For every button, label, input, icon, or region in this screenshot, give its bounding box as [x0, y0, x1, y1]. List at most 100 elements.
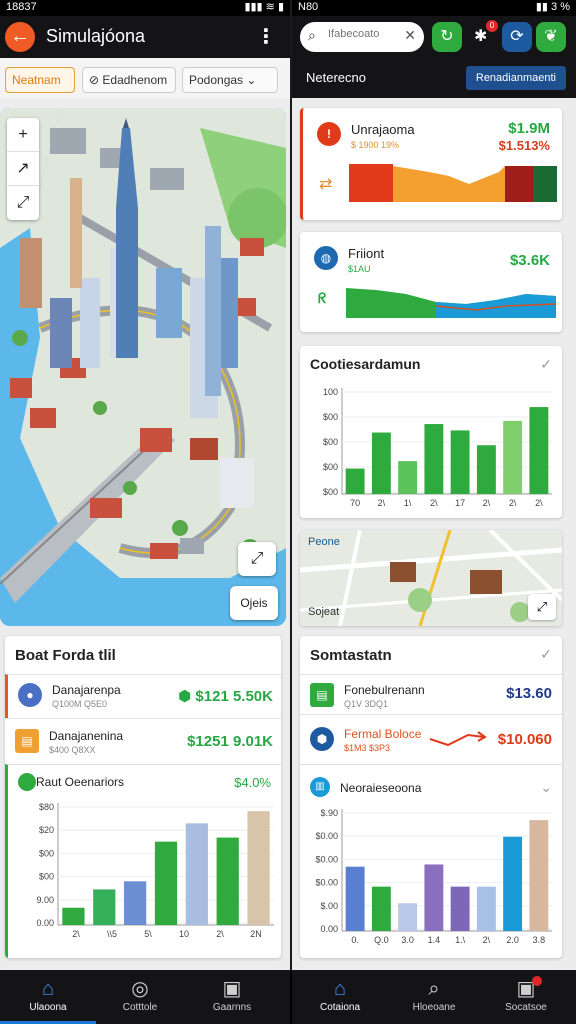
list-item-sub: Q1V 3DQ1: [344, 699, 389, 709]
chart-bar: [503, 836, 523, 931]
status-time: N80: [298, 1, 319, 13]
search-icon: ⌕: [308, 27, 316, 43]
filter-chip-2-label: Edadhenom: [102, 73, 168, 87]
chart-bar: [450, 886, 470, 931]
chart-section: ▥ Neoraieseoona ⌄ $.90 $0.00 $0.00 $0.00 $.0…: [300, 764, 562, 958]
summary-card-1[interactable]: ! Unrajaoma $ 1900 19% $1.9M $1.513% ⇄: [300, 108, 562, 220]
y-tick-label: $00: [323, 487, 338, 497]
checkmark-icon[interactable]: ✓: [540, 646, 552, 663]
list-item[interactable]: ● Danajarenpa Q100M Q5E0 ⬢ $121 5.50K: [5, 674, 281, 718]
leaf-icon[interactable]: ❦: [536, 22, 566, 52]
list-item[interactable]: ⬢ Fermal Boloce $1M3 $3P3 $10.060: [300, 714, 562, 764]
list-item-label: Fermal Boloce: [344, 727, 422, 741]
chart-bar: [247, 811, 270, 925]
summary-sub: $ 1900 19%: [351, 140, 400, 150]
list-item-sub: $400 Q8XX: [49, 745, 96, 755]
list-item-value: $10.060: [497, 731, 552, 748]
checkmark-icon[interactable]: ✓: [540, 356, 552, 373]
filter-chip-2[interactable]: ⊘ Edadhenom: [82, 67, 176, 93]
location-pin-icon: ⬢: [310, 727, 334, 751]
nav-item-gallery-2[interactable]: ▣ Socatsoe: [478, 970, 574, 1024]
refresh-icon[interactable]: ↻: [432, 22, 462, 52]
pane-divider: [290, 970, 292, 1024]
filter-chip-1[interactable]: Neatnam: [5, 67, 75, 93]
left-pane: 18837 ▮▮▮ ≋ ▮ ← Simulajóona ⋮ Neatnam ⊘ …: [0, 0, 290, 970]
map-option-button[interactable]: Ojeis: [230, 586, 278, 620]
left-bar-chart: $80 $20 $00 $00 9.00 0.00 2\ \\5 5\ 10 2\ 2N: [36, 802, 274, 939]
summary-value: $1.9M: [508, 120, 550, 137]
trend-icon: ⇄: [319, 176, 333, 193]
x-tick-label: 2.0: [506, 935, 519, 945]
nav-item-home-2[interactable]: ⌂ Cotaiona: [292, 970, 388, 1024]
notification-icon[interactable]: ✱: [474, 26, 487, 46]
city-map[interactable]: + ↗ ⤢ ⤢ Ojeis: [0, 108, 286, 626]
sync-icon[interactable]: ⟳: [502, 22, 532, 52]
draw-line-icon[interactable]: ↗: [7, 152, 39, 186]
list-item-sub: Q100M Q5E0: [52, 699, 108, 709]
right-bar-chart: 100 $00 $00 $00 $00 70 2\ 1\ 2\ 17 2\ 2\ 2\: [323, 387, 552, 508]
trend-arrow-icon: [429, 731, 487, 747]
nav-label: Socatsoe: [505, 1002, 547, 1013]
location-pin-icon: ⬢: [178, 688, 192, 705]
chart-bar: [62, 907, 85, 925]
y-tick-label: $00: [323, 437, 338, 447]
chart-bar: [185, 823, 208, 925]
list-item[interactable]: ▤ Fonebulrenann Q1V 3DQ1 $13.60: [300, 674, 562, 714]
chart-bar: [371, 432, 391, 494]
right-bar-chart-2: $.90 $0.00 $0.00 $0.00 $.00 0.00 0. Q.0 3.0 1.4 1.…: [315, 808, 552, 945]
nav-label: Hloeoane: [412, 1002, 456, 1013]
measure-icon[interactable]: ⤢: [7, 186, 39, 220]
status-icons: ▮▮ 3 %: [535, 1, 570, 13]
expand-icon[interactable]: ⤢: [238, 542, 276, 576]
nav-item-home[interactable]: ⌂ Ulaoona: [0, 970, 96, 1024]
section-header: Neterecno Renadianmaenti: [292, 58, 576, 98]
boat-list-card: Boat Forda tlil ● Danajarenpa Q100M Q5E0…: [5, 636, 281, 958]
summary-list-card: Somtastatn ✓ ▤ Fonebulrenann Q1V 3DQ1 $1…: [300, 636, 562, 958]
card-title: Somtastatn: [310, 647, 392, 664]
x-tick-label: 5\: [144, 929, 152, 939]
image-icon: ▣: [516, 978, 536, 1000]
x-tick-label: 3.8: [533, 935, 546, 945]
chart-bar: [424, 864, 444, 931]
chart-bar: [371, 886, 391, 931]
chart-bar: [345, 468, 365, 494]
zoom-in-icon[interactable]: +: [7, 118, 39, 152]
x-tick-label: 2\: [509, 498, 517, 508]
summary-area-chart: [349, 164, 557, 202]
x-tick-label: 3.0: [401, 935, 414, 945]
expand-icon[interactable]: ⤢: [528, 594, 556, 620]
nav-item-compass[interactable]: ◎ Cotttole: [92, 970, 188, 1024]
y-tick-label: $0.00: [315, 878, 338, 888]
x-tick-label: 2\: [483, 498, 491, 508]
image-icon: ▣: [222, 978, 242, 1000]
list-item[interactable]: ▤ Danajanenina $400 Q8XX $1251 9.01K: [5, 718, 281, 764]
search-input[interactable]: [328, 28, 400, 40]
list-item-value-text: $121 5.50K: [195, 688, 273, 705]
section-button[interactable]: Renadianmaenti: [465, 66, 566, 90]
nav-item-gallery[interactable]: ▣ Gaarnns: [184, 970, 280, 1024]
x-tick-label: 2N: [250, 929, 262, 939]
back-arrow-icon[interactable]: ←: [5, 22, 35, 52]
right-pane: N80 ▮▮ 3 % ⌕ ✕ ↻ ✱ 0 ⟳ ❦ Neterecno Renad…: [292, 0, 576, 970]
chart-bar: [216, 837, 239, 925]
nav-item-search[interactable]: ⌕ Hloeoane: [386, 970, 482, 1024]
filter-dropdown[interactable]: Podongas ⌄: [182, 67, 278, 93]
search-bar[interactable]: ⌕ ✕: [300, 22, 424, 52]
list-item-value: $13.60: [506, 685, 552, 702]
more-vertical-icon[interactable]: ⋮: [256, 24, 276, 49]
mini-map[interactable]: Peone Sojeat ⤢: [300, 530, 562, 626]
chevron-down-icon[interactable]: ⌄: [540, 779, 552, 796]
close-icon[interactable]: ✕: [404, 27, 416, 44]
list-item-label: Fonebulrenann: [344, 683, 425, 697]
document-icon: ▤: [310, 683, 334, 707]
x-tick-label: 2\: [430, 498, 438, 508]
list-item-label: Danajanenina: [49, 729, 124, 743]
y-tick-label: $00: [39, 848, 54, 858]
card-title: Boat Forda tlil: [15, 647, 116, 664]
globe-icon: ◍: [314, 246, 338, 270]
x-tick-label: 70: [350, 498, 360, 508]
app-root: 18837 ▮▮▮ ≋ ▮ ← Simulajóona ⋮ Neatnam ⊘ …: [0, 0, 576, 1024]
summary-sub: $1AU: [348, 264, 371, 274]
home-icon: ⌂: [333, 978, 347, 1000]
summary-card-2[interactable]: ◍ Friiont $1AU $3.6K ᖇ: [300, 232, 562, 332]
